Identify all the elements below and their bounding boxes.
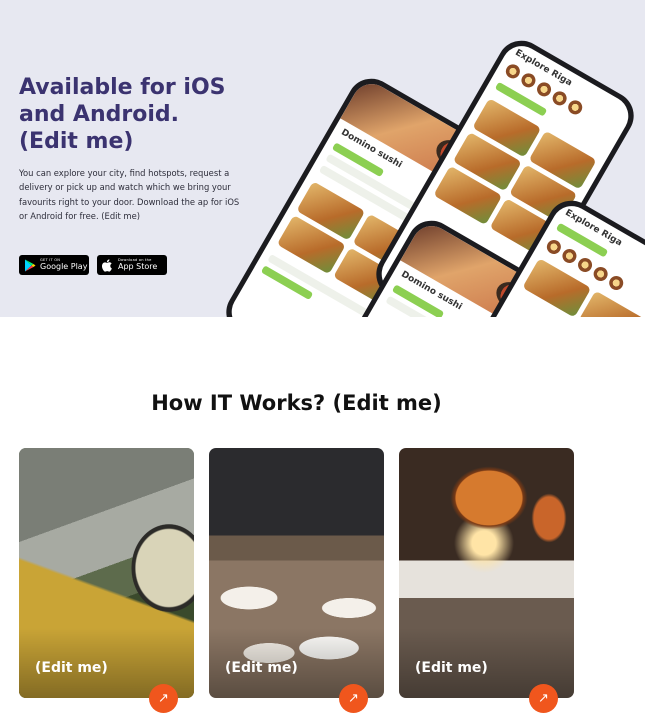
hero-title-line-3: (Edit me) — [19, 129, 134, 154]
card-label: (Edit me) — [35, 660, 108, 676]
how-card-2[interactable]: (Edit me) — [209, 448, 384, 698]
arrow-up-right-icon: ↗ — [538, 691, 549, 706]
google-play-badge[interactable]: GET IT ON Google Play — [19, 255, 89, 275]
arrow-up-right-icon: ↗ — [348, 691, 359, 706]
how-card-3[interactable]: (Edit me) — [399, 448, 574, 698]
card-label: (Edit me) — [415, 660, 488, 676]
how-card-1[interactable]: (Edit me) — [19, 448, 194, 698]
app-store-label: App Store — [118, 262, 158, 272]
hero-title-line-1: Available for iOS — [19, 75, 226, 100]
google-play-label: Google Play — [40, 262, 88, 272]
card-2-arrow-button[interactable]: ↗ — [339, 684, 368, 713]
arrow-up-right-icon: ↗ — [158, 691, 169, 706]
hero-title: Available for iOS and Android. (Edit me) — [19, 74, 279, 155]
google-play-icon — [23, 259, 36, 272]
card-label: (Edit me) — [225, 660, 298, 676]
card-3-arrow-button[interactable]: ↗ — [529, 684, 558, 713]
hero-section: Available for iOS and Android. (Edit me)… — [0, 0, 645, 317]
app-store-badge[interactable]: Download on the App Store — [97, 255, 167, 275]
apple-icon — [101, 258, 114, 272]
card-1-arrow-button[interactable]: ↗ — [149, 684, 178, 713]
hero-title-line-2: and Android. — [19, 102, 179, 127]
phone-mockups: Domino sushi Explore Riga Domino sushi E… — [217, 31, 645, 317]
hero-description: You can explore your city, find hotspots… — [19, 168, 240, 222]
how-it-works-title: How IT Works? (Edit me) — [151, 391, 442, 415]
